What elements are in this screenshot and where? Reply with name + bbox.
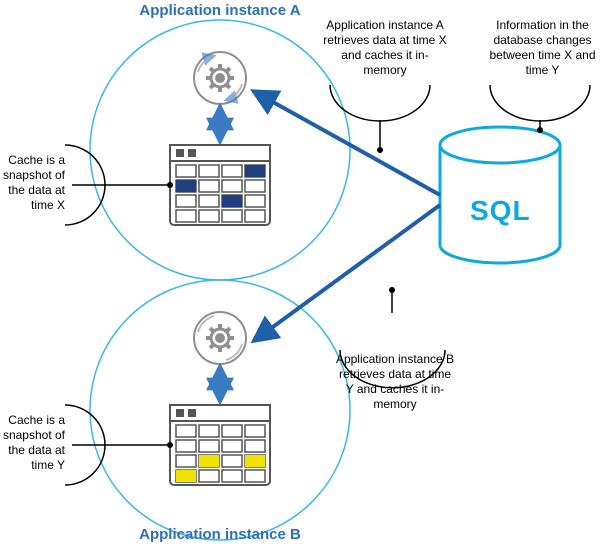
instance-a-title: Application instance A (120, 2, 320, 21)
retrieve-note-a: Application instance A retrieves data at… (320, 18, 450, 78)
gear-icon (194, 312, 246, 364)
cache-table-b (170, 405, 270, 485)
db-to-instance-b-arrow (255, 205, 440, 340)
cache-note-b: Cache is a snapshot of the data at time … (0, 413, 65, 473)
gear-icon (194, 52, 246, 104)
cache-table-a (170, 145, 270, 225)
callout-connector (490, 85, 590, 121)
diagram-canvas (0, 0, 606, 548)
db-change-note: Information in the database changes betw… (485, 18, 600, 78)
retrieve-note-b: Application instance B retrieves data at… (335, 352, 455, 412)
instance-b-title: Application instance B (120, 526, 320, 545)
sql-label: SQL (470, 195, 531, 227)
cache-note-a: Cache is a snapshot of the data at time … (0, 153, 65, 213)
db-to-instance-a-arrow (255, 92, 440, 195)
